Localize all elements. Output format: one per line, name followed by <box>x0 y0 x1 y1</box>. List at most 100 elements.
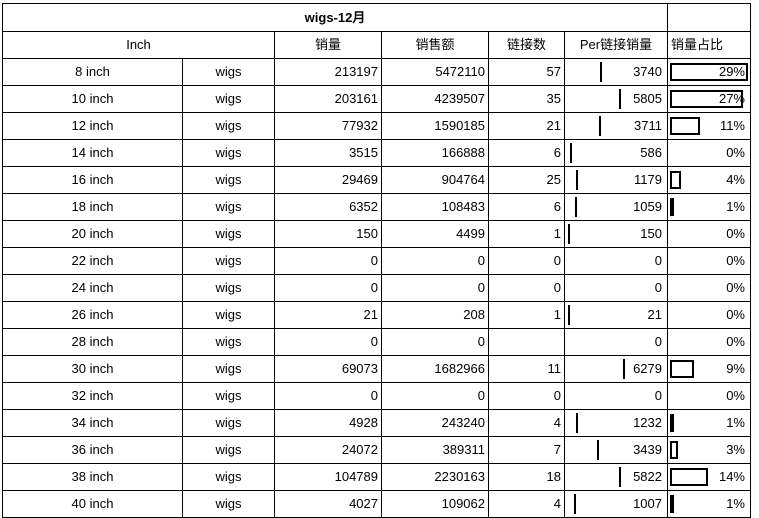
share-cell[interactable]: 0% <box>667 220 751 248</box>
per-link-cell[interactable]: 0 <box>564 382 668 410</box>
per-link-cell[interactable]: 0 <box>564 328 668 356</box>
sales-amount-cell[interactable]: 4239507 <box>381 85 489 113</box>
sales-amount-cell[interactable]: 1590185 <box>381 112 489 140</box>
share-cell[interactable]: 0% <box>667 382 751 410</box>
sales-qty-cell[interactable]: 21 <box>274 301 382 329</box>
share-cell[interactable]: 4% <box>667 166 751 194</box>
per-link-cell[interactable]: 150 <box>564 220 668 248</box>
header-links[interactable]: 链接数 <box>488 31 565 59</box>
type-cell[interactable]: wigs <box>182 58 275 86</box>
sales-amount-cell[interactable]: 4499 <box>381 220 489 248</box>
links-cell[interactable]: 18 <box>488 463 565 491</box>
sales-qty-cell[interactable]: 77932 <box>274 112 382 140</box>
sales-qty-cell[interactable]: 24072 <box>274 436 382 464</box>
links-cell[interactable]: 7 <box>488 436 565 464</box>
sales-qty-cell[interactable]: 213197 <box>274 58 382 86</box>
title-cell[interactable]: wigs-12月 <box>2 3 668 32</box>
share-cell[interactable]: 29% <box>667 58 751 86</box>
share-cell[interactable]: 0% <box>667 274 751 302</box>
type-cell[interactable]: wigs <box>182 166 275 194</box>
inch-cell[interactable]: 28 inch <box>2 328 183 356</box>
header-inch[interactable]: Inch <box>2 31 275 59</box>
sales-amount-cell[interactable]: 0 <box>381 274 489 302</box>
links-cell[interactable]: 57 <box>488 58 565 86</box>
type-cell[interactable]: wigs <box>182 220 275 248</box>
inch-cell[interactable]: 40 inch <box>2 490 183 518</box>
share-cell[interactable]: 1% <box>667 490 751 518</box>
type-cell[interactable]: wigs <box>182 301 275 329</box>
sales-qty-cell[interactable]: 6352 <box>274 193 382 221</box>
per-link-cell[interactable]: 5805 <box>564 85 668 113</box>
inch-cell[interactable]: 32 inch <box>2 382 183 410</box>
sales-amount-cell[interactable]: 0 <box>381 382 489 410</box>
inch-cell[interactable]: 30 inch <box>2 355 183 383</box>
type-cell[interactable]: wigs <box>182 436 275 464</box>
share-cell[interactable]: 0% <box>667 139 751 167</box>
per-link-cell[interactable]: 0 <box>564 274 668 302</box>
sales-amount-cell[interactable]: 166888 <box>381 139 489 167</box>
inch-cell[interactable]: 12 inch <box>2 112 183 140</box>
inch-cell[interactable]: 36 inch <box>2 436 183 464</box>
sales-qty-cell[interactable]: 69073 <box>274 355 382 383</box>
share-cell[interactable]: 0% <box>667 328 751 356</box>
per-link-cell[interactable]: 0 <box>564 247 668 275</box>
inch-cell[interactable]: 10 inch <box>2 85 183 113</box>
share-cell[interactable]: 3% <box>667 436 751 464</box>
share-cell[interactable]: 1% <box>667 193 751 221</box>
header-share[interactable]: 销量占比 <box>667 31 751 59</box>
links-cell[interactable] <box>488 328 565 356</box>
links-cell[interactable]: 0 <box>488 382 565 410</box>
sales-amount-cell[interactable]: 243240 <box>381 409 489 437</box>
sales-amount-cell[interactable]: 0 <box>381 328 489 356</box>
type-cell[interactable]: wigs <box>182 274 275 302</box>
type-cell[interactable]: wigs <box>182 328 275 356</box>
sales-qty-cell[interactable]: 0 <box>274 382 382 410</box>
share-cell[interactable]: 1% <box>667 409 751 437</box>
links-cell[interactable]: 0 <box>488 247 565 275</box>
inch-cell[interactable]: 16 inch <box>2 166 183 194</box>
share-cell[interactable]: 0% <box>667 301 751 329</box>
inch-cell[interactable]: 38 inch <box>2 463 183 491</box>
sales-qty-cell[interactable]: 150 <box>274 220 382 248</box>
per-link-cell[interactable]: 1059 <box>564 193 668 221</box>
links-cell[interactable]: 0 <box>488 274 565 302</box>
inch-cell[interactable]: 22 inch <box>2 247 183 275</box>
per-link-cell[interactable]: 586 <box>564 139 668 167</box>
links-cell[interactable]: 6 <box>488 139 565 167</box>
title-empty-cell[interactable] <box>667 3 751 32</box>
header-per-link[interactable]: Per链接销量 <box>564 31 668 59</box>
per-link-cell[interactable]: 3740 <box>564 58 668 86</box>
header-sales-qty[interactable]: 销量 <box>274 31 382 59</box>
per-link-cell[interactable]: 1007 <box>564 490 668 518</box>
share-cell[interactable]: 0% <box>667 247 751 275</box>
per-link-cell[interactable]: 6279 <box>564 355 668 383</box>
type-cell[interactable]: wigs <box>182 112 275 140</box>
sales-qty-cell[interactable]: 4928 <box>274 409 382 437</box>
sales-amount-cell[interactable]: 208 <box>381 301 489 329</box>
sales-qty-cell[interactable]: 0 <box>274 274 382 302</box>
type-cell[interactable]: wigs <box>182 463 275 491</box>
sales-amount-cell[interactable]: 2230163 <box>381 463 489 491</box>
sales-amount-cell[interactable]: 904764 <box>381 166 489 194</box>
links-cell[interactable]: 4 <box>488 490 565 518</box>
links-cell[interactable]: 21 <box>488 112 565 140</box>
sales-qty-cell[interactable]: 0 <box>274 247 382 275</box>
type-cell[interactable]: wigs <box>182 382 275 410</box>
per-link-cell[interactable]: 3439 <box>564 436 668 464</box>
sales-amount-cell[interactable]: 5472110 <box>381 58 489 86</box>
links-cell[interactable]: 6 <box>488 193 565 221</box>
sales-qty-cell[interactable]: 29469 <box>274 166 382 194</box>
per-link-cell[interactable]: 21 <box>564 301 668 329</box>
links-cell[interactable]: 25 <box>488 166 565 194</box>
inch-cell[interactable]: 18 inch <box>2 193 183 221</box>
type-cell[interactable]: wigs <box>182 355 275 383</box>
per-link-cell[interactable]: 3711 <box>564 112 668 140</box>
sales-amount-cell[interactable]: 389311 <box>381 436 489 464</box>
type-cell[interactable]: wigs <box>182 409 275 437</box>
sales-amount-cell[interactable]: 1682966 <box>381 355 489 383</box>
share-cell[interactable]: 11% <box>667 112 751 140</box>
inch-cell[interactable]: 14 inch <box>2 139 183 167</box>
links-cell[interactable]: 1 <box>488 220 565 248</box>
type-cell[interactable]: wigs <box>182 193 275 221</box>
sales-amount-cell[interactable]: 109062 <box>381 490 489 518</box>
